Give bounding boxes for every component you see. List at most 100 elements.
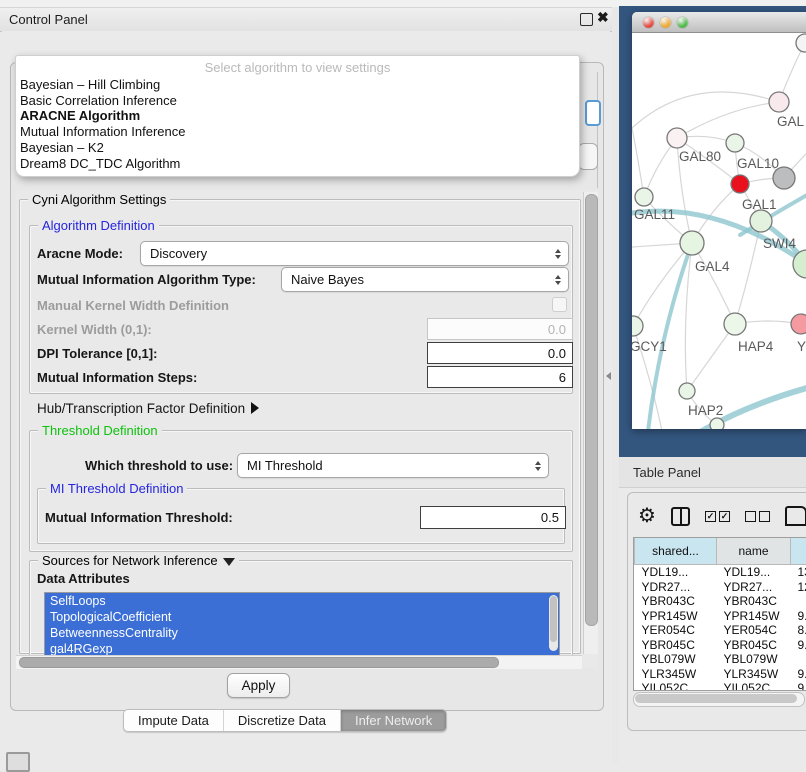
- table-row[interactable]: YIL052CYIL052C9.: [635, 681, 806, 691]
- deselect-checkboxes-icon[interactable]: [745, 511, 770, 522]
- node-label-gal11: GAL11: [634, 207, 675, 222]
- threshold-definition-legend: Threshold Definition: [38, 423, 162, 438]
- node-gcy1[interactable]: [632, 316, 643, 336]
- node-gal[interactable]: [769, 92, 789, 112]
- node-label-hap4: HAP4: [738, 339, 774, 354]
- mi-algorithm-type-value: Naive Bayes: [282, 272, 548, 287]
- network-edge[interactable]: [687, 324, 735, 391]
- table-row[interactable]: YPR145WYPR145W9.: [635, 609, 806, 624]
- attribute-item-betweennesscentrality[interactable]: BetweennessCentrality: [45, 625, 559, 641]
- table-row[interactable]: YBR043CYBR043C: [635, 594, 806, 609]
- attribute-item-gal4rgexp[interactable]: gal4RGexp: [45, 641, 559, 656]
- node-label-y: Y: [797, 339, 806, 354]
- control-panel-titlebar: Control Panel: [0, 8, 612, 32]
- network-edge[interactable]: [692, 243, 735, 324]
- combo-arrows-icon: [528, 454, 548, 477]
- table-row[interactable]: YDL19...YDL19...13: [635, 565, 806, 580]
- mi-steps-input[interactable]: 6: [427, 366, 573, 388]
- node-hap2[interactable]: [679, 383, 695, 399]
- which-threshold-label: Which threshold to use:: [85, 458, 233, 473]
- node-attribute-table[interactable]: shared...nameA YDL19...YDL19...13YDR27..…: [633, 537, 806, 691]
- node-gal1[interactable]: [731, 175, 749, 193]
- table-page-icon[interactable]: [785, 506, 806, 526]
- column-header-a[interactable]: A: [791, 538, 806, 565]
- select-all-checkboxes-icon[interactable]: ✓✓: [705, 511, 730, 522]
- control-panel-title: Control Panel: [0, 12, 88, 27]
- column-header-shared[interactable]: shared...: [635, 538, 717, 565]
- settings-horizontal-scrollbar-thumb[interactable]: [19, 657, 499, 668]
- network-view-window[interactable]: GALGAL80GAL10GAL1GAL11SWI4GAL4GCY1HAP4YH…: [632, 12, 806, 429]
- network-window-titlebar[interactable]: [632, 12, 806, 33]
- split-columns-icon[interactable]: [671, 507, 690, 526]
- table-row[interactable]: YDR27...YDR27...12: [635, 580, 806, 595]
- float-window-icon[interactable]: [580, 13, 593, 26]
- network-canvas[interactable]: GALGAL80GAL10GAL1GAL11SWI4GAL4GCY1HAP4YH…: [632, 33, 806, 429]
- node-gal80[interactable]: [667, 128, 687, 148]
- network-node[interactable]: [710, 418, 724, 429]
- algorithm-option-basic-correlation-inference[interactable]: Basic Correlation Inference: [16, 93, 579, 109]
- expander-arrow-icon: [251, 402, 259, 414]
- manual-kernel-width-checkbox[interactable]: [552, 297, 567, 312]
- node-hap4[interactable]: [724, 313, 746, 335]
- aracne-mode-combobox[interactable]: Discovery: [140, 241, 569, 266]
- kernel-width-input[interactable]: 0.0: [427, 318, 573, 340]
- algorithm-dropdown-popup: Select algorithm to view settings Bayesi…: [15, 55, 580, 177]
- maximize-traffic-light-icon[interactable]: [677, 17, 688, 28]
- node-gal10[interactable]: [726, 134, 744, 152]
- tab-infer-network[interactable]: Infer Network: [341, 710, 446, 731]
- attribute-item-selfloops[interactable]: SelfLoops: [45, 593, 559, 609]
- table-row[interactable]: YER054CYER054C8.: [635, 623, 806, 638]
- data-attributes-list[interactable]: SelfLoopsTopologicalCoefficientBetweenne…: [44, 592, 560, 656]
- close-traffic-light-icon[interactable]: [643, 17, 654, 28]
- which-threshold-combobox[interactable]: MI Threshold: [237, 453, 549, 478]
- apply-button[interactable]: Apply: [227, 673, 290, 698]
- dpi-tolerance-input[interactable]: 0.0: [427, 342, 573, 364]
- table-row[interactable]: YBL079WYBL079W: [635, 652, 806, 667]
- cyni-settings-scrollpane: Cyni Algorithm Settings Algorithm Defini…: [16, 190, 598, 668]
- minimize-traffic-light-icon[interactable]: [660, 17, 671, 28]
- node-gal11[interactable]: [635, 188, 653, 206]
- tab-discretize-data[interactable]: Discretize Data: [224, 710, 341, 731]
- algorithm-option-bayesian-k2[interactable]: Bayesian – K2: [16, 140, 579, 156]
- table-panel: ⚙ ✓✓ shared...nameA YDL19...YDL19...13YD…: [627, 492, 806, 731]
- table-row[interactable]: YBR045CYBR045C9.: [635, 638, 806, 653]
- table-horizontal-scrollbar[interactable]: [633, 692, 805, 707]
- dpi-tolerance-label: DPI Tolerance [0,1]:: [37, 346, 157, 361]
- close-panel-icon[interactable]: ✖: [597, 9, 609, 26]
- table-row[interactable]: YLR345WYLR345W9.: [635, 667, 806, 682]
- list-scrollbar[interactable]: [549, 595, 558, 651]
- settings-gear-icon[interactable]: ⚙: [638, 506, 656, 526]
- manual-kernel-width-label: Manual Kernel Width Definition: [37, 298, 229, 313]
- node-label-swi4: SWI4: [763, 236, 796, 251]
- node-swi4[interactable]: [750, 210, 772, 232]
- settings-vertical-scrollbar-thumb[interactable]: [585, 194, 598, 626]
- network-node[interactable]: [773, 167, 795, 189]
- mi-threshold-input[interactable]: 0.5: [420, 506, 566, 529]
- network-edge[interactable]: [677, 102, 779, 138]
- network-edge[interactable]: [633, 243, 692, 326]
- collapse-arrow-icon: [223, 558, 235, 566]
- algorithm-option-mutual-information-inference[interactable]: Mutual Information Inference: [16, 124, 579, 140]
- table-horizontal-scrollbar-thumb[interactable]: [635, 694, 797, 703]
- algorithm-option-dream8-dc-tdc-algorithm[interactable]: Dream8 DC_TDC Algorithm: [16, 156, 579, 172]
- splitter-handle-icon[interactable]: [606, 372, 611, 380]
- node-label-gcy1: GCY1: [632, 339, 667, 354]
- table-panel-titlebar: Table Panel: [619, 457, 806, 488]
- table-panel-title: Table Panel: [619, 465, 701, 480]
- network-edge[interactable]: [632, 128, 644, 197]
- node-y[interactable]: [791, 314, 806, 334]
- column-header-name[interactable]: name: [717, 538, 791, 565]
- aracne-mode-value: Discovery: [141, 246, 548, 261]
- network-node[interactable]: [796, 34, 806, 52]
- combo-arrows-icon: [548, 242, 568, 265]
- panel-divider[interactable]: [612, 7, 619, 762]
- node-gal4[interactable]: [680, 231, 704, 255]
- tab-impute-data[interactable]: Impute Data: [124, 710, 224, 731]
- algorithm-option-aracne-algorithm[interactable]: ARACNE Algorithm: [16, 108, 579, 124]
- attribute-item-topologicalcoefficient[interactable]: TopologicalCoefficient: [45, 609, 559, 625]
- algorithm-option-bayesian-hill-climbing[interactable]: Bayesian – Hill Climbing: [16, 77, 579, 93]
- collapsed-panel-icon[interactable]: [6, 752, 30, 772]
- mi-algorithm-type-combobox[interactable]: Naive Bayes: [281, 267, 569, 292]
- hub-definition-expander[interactable]: Hub/Transcription Factor Definition: [37, 401, 259, 416]
- algorithm-popup-placeholder: Select algorithm to view settings: [16, 59, 579, 77]
